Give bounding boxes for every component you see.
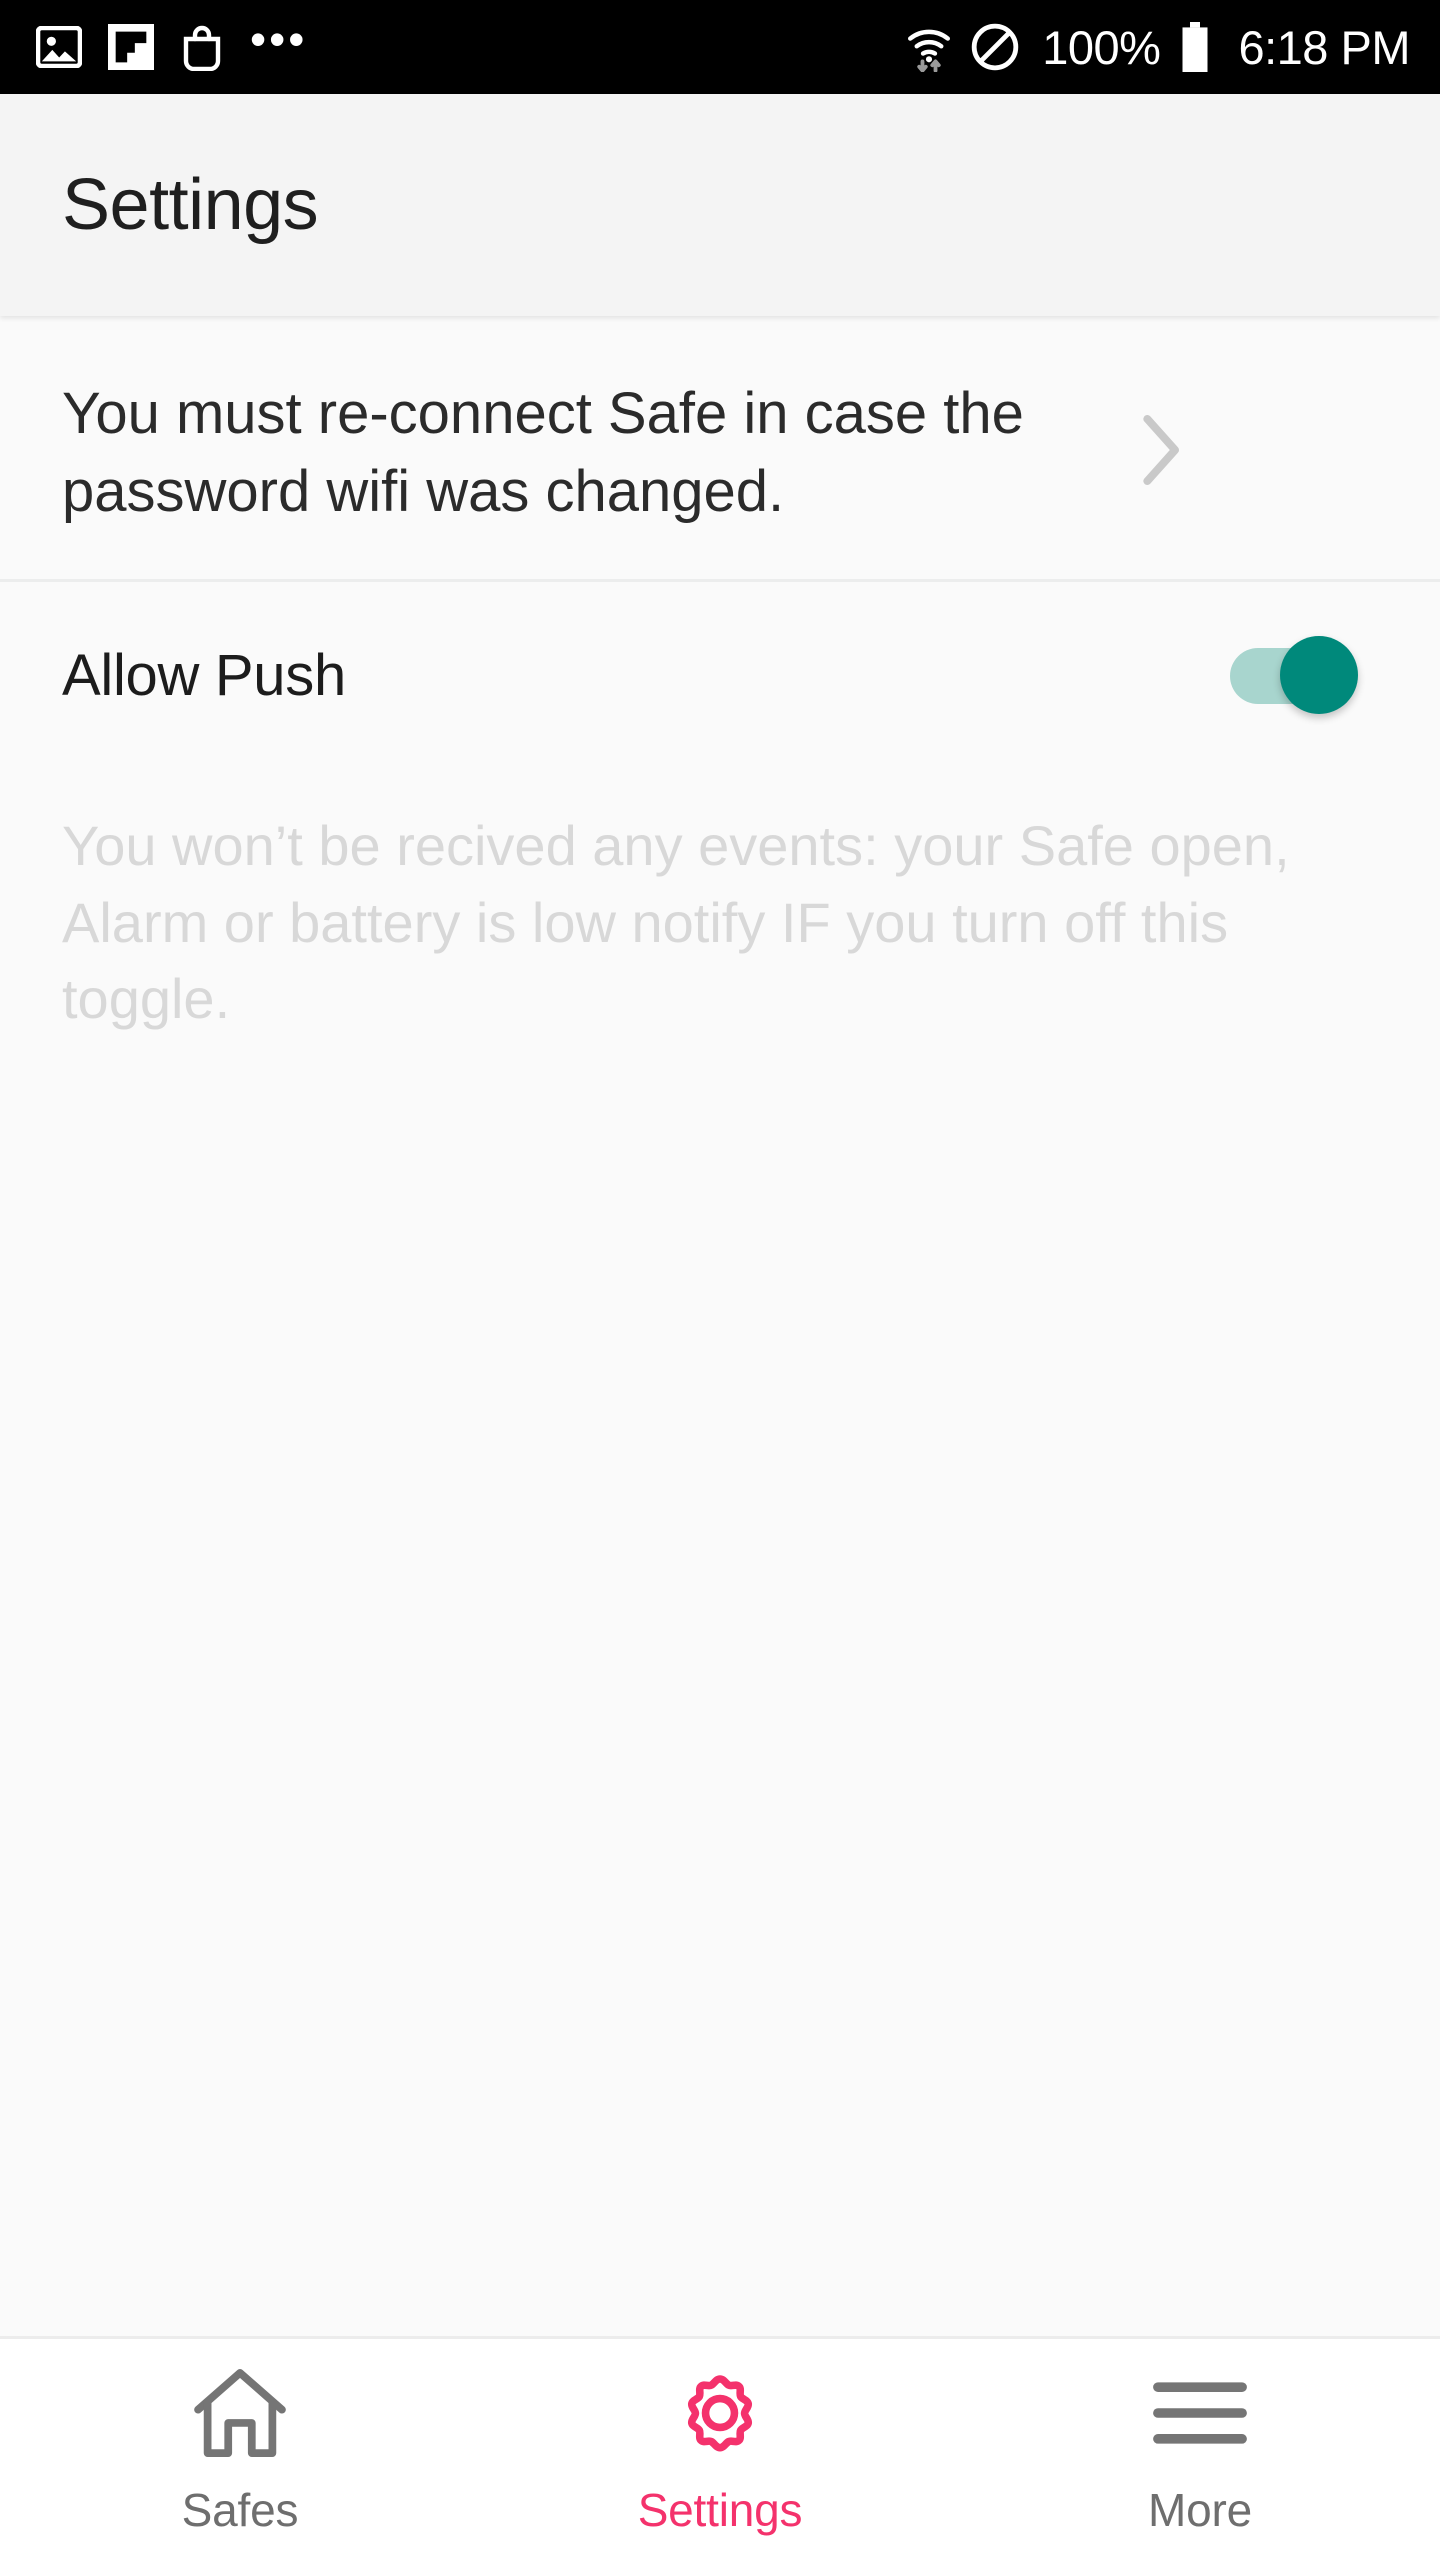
home-icon xyxy=(192,2365,288,2461)
tab-label-safes: Safes xyxy=(181,2484,299,2536)
battery-percent-label: 100% xyxy=(1042,20,1161,74)
allow-push-label: Allow Push xyxy=(62,642,346,708)
bottom-tab-bar: Safes Settings More xyxy=(0,2336,1440,2560)
shopping-bag-icon xyxy=(180,23,224,71)
tab-settings[interactable]: Settings xyxy=(480,2365,960,2537)
allow-push-row[interactable]: Allow Push xyxy=(0,582,1440,768)
hamburger-icon xyxy=(1152,2365,1248,2461)
flipboard-icon xyxy=(108,24,154,70)
chevron-right-icon xyxy=(1142,414,1182,491)
tab-safes[interactable]: Safes xyxy=(0,2365,480,2537)
settings-content: You must re-connect Safe in case the pas… xyxy=(0,316,1440,2336)
do-not-disturb-icon xyxy=(970,22,1020,72)
tab-label-more: More xyxy=(1147,2484,1252,2536)
allow-push-toggle[interactable] xyxy=(1230,636,1358,714)
photo-icon xyxy=(36,26,82,68)
gear-icon xyxy=(673,2365,767,2461)
status-bar-notifications: ••• xyxy=(36,13,906,71)
app-screen: ••• 100% 6:18 PM Settings You must re-co… xyxy=(0,0,1440,2560)
status-bar: ••• 100% 6:18 PM xyxy=(0,0,1440,94)
tab-label-settings: Settings xyxy=(637,2484,803,2536)
app-header: Settings xyxy=(0,94,1440,316)
page-title: Settings xyxy=(62,165,319,245)
notification-overflow-dots: ••• xyxy=(250,13,308,65)
toggle-thumb xyxy=(1280,636,1358,714)
reconnect-safe-row[interactable]: You must re-connect Safe in case the pas… xyxy=(0,316,1440,582)
reconnect-safe-text: You must re-connect Safe in case the pas… xyxy=(62,381,1024,524)
status-bar-system: 100% 6:18 PM xyxy=(906,20,1410,75)
allow-push-hint-text: You won’t be recived any events: your Sa… xyxy=(62,814,1290,1031)
status-bar-clock: 6:18 PM xyxy=(1238,20,1410,74)
battery-full-icon xyxy=(1178,22,1210,72)
tab-more[interactable]: More xyxy=(960,2365,1440,2537)
wifi-data-transfer-icon xyxy=(906,22,952,72)
